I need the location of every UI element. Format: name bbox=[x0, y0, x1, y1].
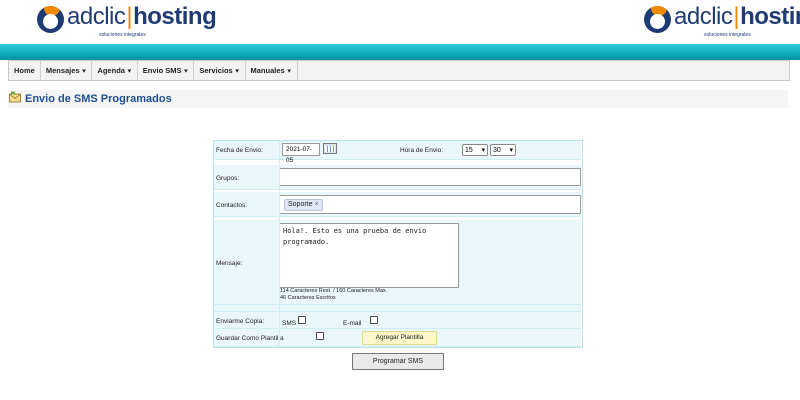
chevron-down-icon: ⯆ bbox=[183, 69, 189, 75]
hora-label: Hora de Envio: bbox=[400, 147, 443, 154]
counter-remaining: 114 Caracteres Rest. / 160 Caracteres Ma… bbox=[280, 288, 388, 294]
hora-value: 15 bbox=[465, 146, 473, 154]
sms-envelope-icon bbox=[9, 91, 21, 103]
logo-tagline: soluciones integrales bbox=[99, 32, 146, 38]
nav-label: Envio SMS bbox=[142, 66, 182, 75]
contactos-label: Contactos: bbox=[216, 202, 248, 209]
column-separator bbox=[279, 141, 280, 346]
nav-label: Home bbox=[14, 66, 35, 75]
counter-written: 46 Caracteres Escritos bbox=[280, 295, 336, 301]
logo-right[interactable]: adclic|hosting soluciones integrales bbox=[644, 4, 800, 40]
logo-icon bbox=[644, 6, 671, 33]
agregar-plantilla-button[interactable]: Agregar Plantilla bbox=[362, 331, 437, 345]
page-title: Envio de SMS Programados bbox=[25, 93, 172, 105]
chevron-down-icon: ▾ bbox=[509, 147, 513, 154]
nav-envio-sms[interactable]: Envio SMS ⯆ bbox=[138, 61, 195, 80]
grupos-input[interactable] bbox=[279, 168, 581, 186]
plantilla-label: Guardar Como Plantilla bbox=[216, 335, 284, 342]
sms-label: SMS bbox=[282, 320, 297, 327]
enviarme-label: Enviarme Copia: bbox=[216, 318, 265, 325]
nav-label: Agenda bbox=[97, 66, 125, 75]
minuto-select[interactable]: 30 ▾ bbox=[490, 144, 516, 156]
logo[interactable]: adclic|hosting soluciones integrales bbox=[37, 3, 217, 40]
chevron-down-icon: ▾ bbox=[481, 147, 485, 154]
email-checkbox[interactable] bbox=[370, 316, 378, 324]
minuto-value: 30 bbox=[493, 146, 501, 154]
chevron-down-icon: ⯆ bbox=[234, 69, 240, 75]
contact-tag-label: Soporte bbox=[288, 201, 313, 208]
email-label: E-mail bbox=[343, 320, 362, 327]
logo-tagline: soluciones integrales bbox=[704, 32, 751, 38]
contact-tag[interactable]: Soporte × bbox=[284, 199, 323, 211]
nav-home[interactable]: Home bbox=[9, 61, 41, 80]
calendar-icon[interactable] bbox=[323, 143, 337, 154]
logo-text: adclic|hosting bbox=[674, 3, 800, 30]
hora-select[interactable]: 15 ▾ bbox=[462, 144, 488, 156]
chevron-down-icon: ⯆ bbox=[126, 69, 132, 75]
fecha-input[interactable]: 2021-07-05 bbox=[282, 143, 320, 164]
grupos-label: Grupos: bbox=[216, 175, 240, 182]
chevron-down-icon: ⯆ bbox=[81, 69, 87, 75]
main-navbar: Home Mensajes ⯆ Agenda ⯆ Envio SMS ⯆ Servic… bbox=[8, 60, 790, 81]
close-icon[interactable]: × bbox=[315, 201, 319, 208]
mensaje-textarea[interactable]: Hola!. Esto es una prueba de envio progr… bbox=[279, 223, 459, 288]
chevron-down-icon: ⯆ bbox=[286, 69, 292, 75]
nav-servicios[interactable]: Servicios ⯆ bbox=[194, 61, 246, 80]
sms-checkbox[interactable] bbox=[298, 316, 306, 324]
logo-icon bbox=[37, 6, 64, 33]
contactos-input[interactable] bbox=[279, 195, 581, 214]
nav-label: Servicios bbox=[199, 66, 233, 75]
logo-text: adclic|hosting bbox=[67, 3, 217, 30]
nav-label: Manuales bbox=[250, 66, 285, 75]
row-fecha bbox=[214, 141, 581, 160]
programar-sms-button[interactable]: Programar SMS bbox=[352, 353, 444, 370]
nav-manuales[interactable]: Manuales ⯆ bbox=[246, 61, 298, 80]
nav-mensajes[interactable]: Mensajes ⯆ bbox=[41, 61, 93, 80]
nav-label: Mensajes bbox=[45, 66, 80, 75]
page-title-bar: Envio de SMS Programados bbox=[8, 90, 788, 108]
header-band bbox=[0, 44, 800, 60]
fecha-label: Fecha de Envio: bbox=[216, 147, 263, 154]
header: adclic|hosting soluciones integrales adc… bbox=[0, 0, 800, 44]
row-spacer bbox=[214, 305, 581, 312]
mensaje-label: Mensaje: bbox=[216, 260, 243, 267]
row-copia bbox=[214, 312, 581, 329]
plantilla-checkbox[interactable] bbox=[316, 332, 324, 340]
nav-agenda[interactable]: Agenda ⯆ bbox=[92, 61, 138, 80]
